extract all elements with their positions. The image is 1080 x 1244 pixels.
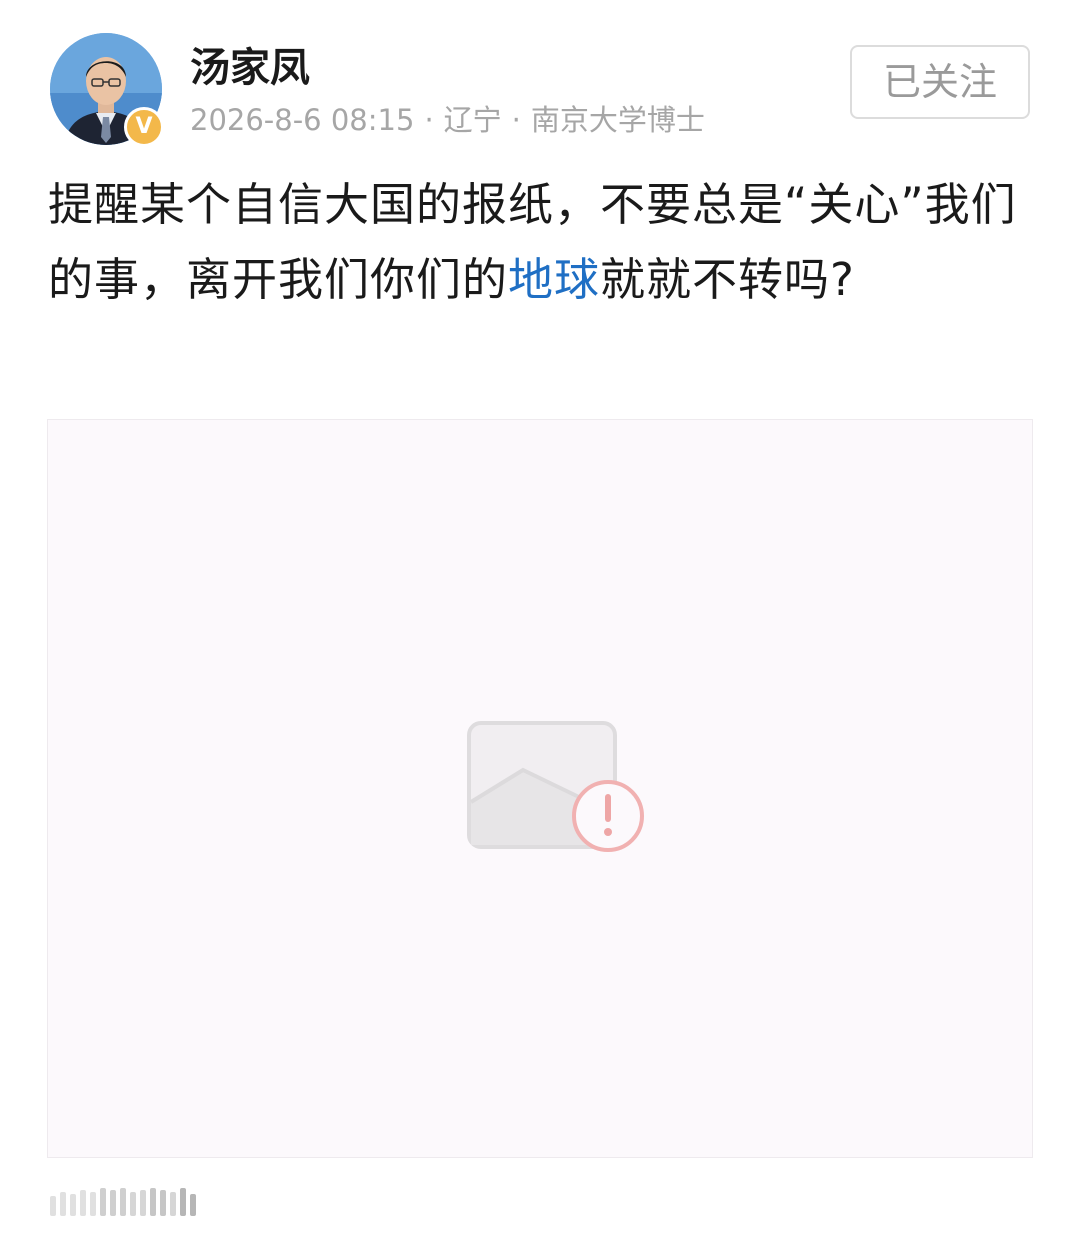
indicator-bar <box>70 1194 76 1216</box>
verified-badge-icon: V <box>124 107 164 147</box>
follow-button[interactable]: 已关注 <box>850 45 1030 119</box>
post-location: 辽宁 <box>443 103 502 137</box>
page-indicator <box>50 1186 196 1216</box>
indicator-bar <box>80 1190 86 1216</box>
post-time: 2026-8-6 08:15 <box>190 103 415 137</box>
post-text: 提醒某个自信大国的报纸，不要总是“关心”我们的事，离开我们你们的地球就就不转吗? <box>48 167 1038 317</box>
indicator-bar <box>170 1192 176 1216</box>
indicator-bar <box>90 1192 96 1216</box>
meta-separator: · <box>511 103 521 137</box>
indicator-bar <box>150 1188 156 1216</box>
topic-link[interactable]: 地球 <box>508 253 600 306</box>
indicator-bar <box>190 1194 196 1216</box>
indicator-bar <box>180 1188 186 1216</box>
indicator-bar <box>110 1190 116 1216</box>
post-meta: 2026-8-6 08:15 · 辽宁 · 南京大学博士 <box>190 100 705 140</box>
indicator-bar <box>100 1188 106 1216</box>
broken-image-icon <box>467 721 644 852</box>
indicator-bar <box>60 1192 66 1216</box>
author-title: 南京大学博士 <box>530 103 705 137</box>
avatar-container[interactable]: V <box>50 33 164 147</box>
indicator-bar <box>160 1190 166 1216</box>
indicator-bar <box>120 1188 126 1216</box>
indicator-bar <box>130 1192 136 1216</box>
post-text-after: 就就不转吗? <box>600 253 855 306</box>
indicator-bar <box>50 1196 56 1216</box>
indicator-bar <box>140 1190 146 1216</box>
post-image[interactable] <box>47 419 1033 1158</box>
meta-separator: · <box>424 103 434 137</box>
post-card: V 汤家凤 2026-8-6 08:15 · 辽宁 · 南京大学博士 已关注 提醒某个自… <box>0 0 1080 1244</box>
author-name[interactable]: 汤家凤 <box>190 42 310 94</box>
